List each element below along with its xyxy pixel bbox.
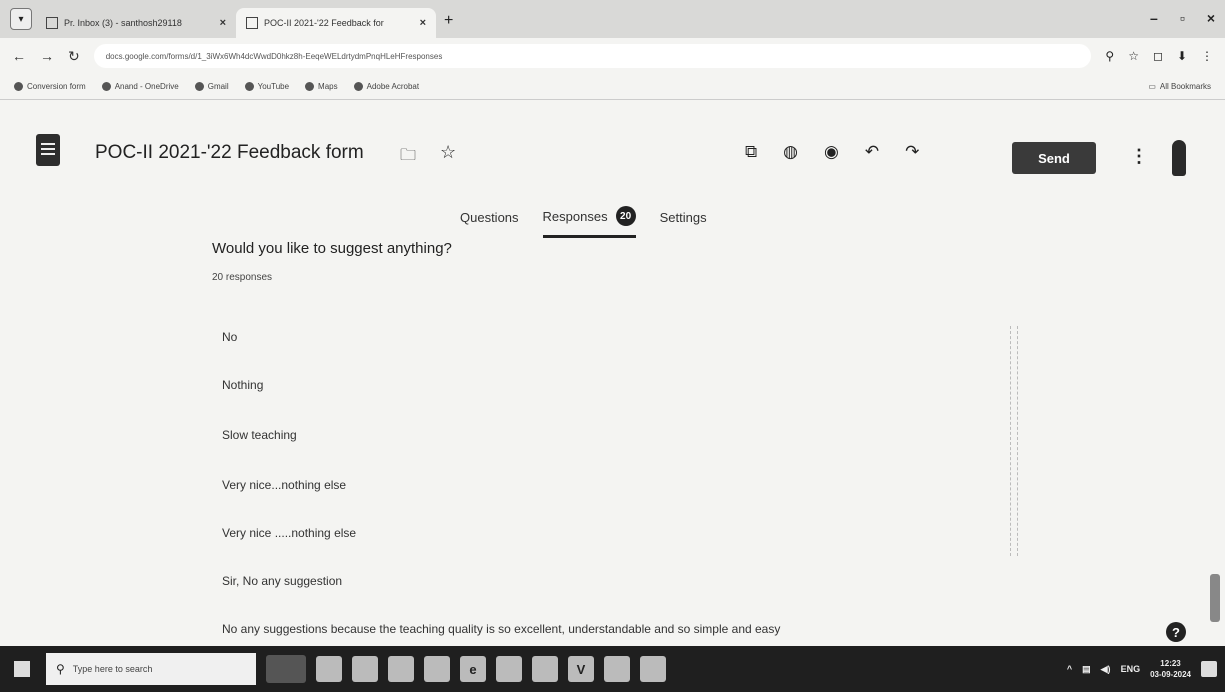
mail-icon — [46, 17, 58, 29]
system-tray: ^ ▤ ◀) ENG 12:23 03-09-2024 — [1067, 658, 1217, 680]
list-item: Slow teaching — [222, 428, 297, 442]
palette-icon[interactable]: ◍ — [783, 142, 798, 162]
bookmark-item[interactable]: YouTube — [244, 82, 289, 91]
url-actions: ⚲ ☆ ◻ ⬇ ⋮ — [1105, 49, 1213, 63]
bookmark-icon — [101, 82, 111, 91]
taskbar-search-input[interactable]: ⚲ Type here to search — [46, 653, 256, 685]
clock[interactable]: 12:23 03-09-2024 — [1150, 658, 1191, 680]
url-input[interactable]: docs.google.com/forms/d/1_3iWx6Wh4dcWwdD… — [93, 44, 1092, 68]
bookmark-item[interactable]: Anand - OneDrive — [101, 82, 179, 91]
google-forms-icon[interactable] — [36, 134, 60, 166]
notification-icon[interactable] — [1201, 661, 1217, 677]
vlc-icon[interactable]: V — [568, 656, 594, 682]
add-on-icon[interactable]: ⧉ — [745, 142, 757, 162]
list-item: Sir, No any suggestion — [222, 574, 343, 588]
address-bar: ← → ↻ docs.google.com/forms/d/1_3iWx6Wh4… — [0, 38, 1225, 74]
page-scrollbar[interactable] — [1210, 574, 1220, 622]
redo-icon[interactable]: ↷ — [905, 142, 919, 162]
move-to-folder-icon[interactable]: 🗀 — [400, 144, 416, 171]
list-item: No any suggestions because the teaching … — [222, 622, 781, 636]
keyboard-language[interactable]: ENG — [1121, 664, 1141, 674]
bookmark-icon — [14, 82, 23, 91]
chrome-icon[interactable] — [532, 656, 558, 682]
all-bookmarks-button[interactable]: ▭ All Bookmarks — [1148, 82, 1211, 91]
app-icon[interactable] — [640, 656, 666, 682]
browser-tab-inbox[interactable]: Pr. Inbox (3) - santhosh29118 × — [36, 8, 236, 38]
taskbar: ⚲ Type here to search e V ^ ▤ ◀) ENG 12:… — [0, 646, 1225, 692]
bookmark-icon — [194, 82, 204, 91]
more-options-icon[interactable]: ⋮ — [1130, 146, 1148, 167]
response-count: 20 responses — [212, 272, 273, 283]
avatar[interactable] — [1172, 140, 1186, 176]
bookmark-icon — [353, 82, 363, 91]
help-icon[interactable]: ? — [1166, 622, 1186, 642]
list-item: Nothing — [222, 378, 264, 392]
network-icon[interactable]: ▤ — [1082, 664, 1091, 675]
close-icon[interactable]: × — [220, 17, 226, 29]
store-icon[interactable] — [388, 656, 414, 682]
bookmark-item[interactable]: Gmail — [194, 82, 229, 91]
preview-eye-icon[interactable]: ◉ — [824, 142, 839, 162]
window-close-icon[interactable]: × — [1207, 10, 1215, 26]
back-icon[interactable]: ← — [12, 48, 26, 64]
zoom-icon[interactable]: ⚲ — [1105, 49, 1114, 63]
list-item: Very nice .....nothing else — [222, 526, 357, 540]
list-item: No — [222, 330, 238, 344]
bookmark-item[interactable]: Adobe Acrobat — [353, 82, 419, 91]
bookmark-icon — [244, 82, 254, 91]
tab-responses[interactable]: Responses 20 — [542, 206, 636, 238]
start-button[interactable] — [8, 655, 36, 683]
new-tab-icon[interactable]: + — [444, 12, 453, 30]
question-title: Would you like to suggest anything? — [212, 240, 452, 257]
answers-scrollbar[interactable] — [1010, 326, 1018, 556]
window-controls: – ▫ × — [1150, 10, 1215, 26]
file-explorer-icon[interactable] — [352, 656, 378, 682]
folder-icon: ▭ — [1148, 82, 1156, 91]
chevron-up-icon[interactable]: ^ — [1067, 664, 1072, 674]
bookmark-item[interactable]: Maps — [305, 82, 338, 91]
download-icon[interactable]: ⬇ — [1177, 49, 1187, 63]
browser-menu-icon[interactable]: ⋮ — [1201, 49, 1213, 63]
task-view-icon[interactable] — [316, 656, 342, 682]
search-icon: ⚲ — [56, 662, 65, 676]
browser-tab-title: Pr. Inbox (3) - santhosh29118 — [64, 18, 182, 28]
calendar-icon[interactable] — [424, 656, 450, 682]
browser-tab-bar: ▾ Pr. Inbox (3) - santhosh29118 × POC-II… — [0, 0, 1225, 38]
bookmark-icon — [305, 82, 315, 91]
app-icon[interactable] — [604, 656, 630, 682]
browser-tab-forms[interactable]: POC-II 2021-'22 Feedback for × — [236, 8, 436, 38]
volume-icon[interactable]: ◀) — [1101, 664, 1111, 675]
tab-settings[interactable]: Settings — [660, 206, 707, 238]
tab-questions[interactable]: Questions — [460, 206, 519, 238]
send-button[interactable]: Send — [1012, 142, 1096, 174]
maximize-icon[interactable]: ▫ — [1180, 10, 1185, 26]
windows-icon — [14, 661, 30, 677]
form-tabs: Questions Responses 20 Settings — [460, 206, 707, 238]
close-icon[interactable]: × — [420, 17, 426, 29]
firefox-icon[interactable] — [496, 656, 522, 682]
forms-icon — [246, 17, 258, 29]
forms-header: POC-II 2021-'22 Feedback form 🗀 ☆ ⧉ ◍ ◉ … — [0, 100, 1225, 200]
reload-icon[interactable]: ↻ — [68, 48, 80, 65]
star-icon[interactable]: ☆ — [440, 142, 456, 163]
weather-widget-icon[interactable] — [266, 655, 306, 683]
response-count-badge: 20 — [615, 206, 636, 226]
form-toolbar: ⧉ ◍ ◉ ↶ ↷ — [745, 142, 919, 162]
list-item: Very nice...nothing else — [222, 478, 347, 492]
browser-tab-title: POC-II 2021-'22 Feedback for — [264, 18, 384, 28]
form-title[interactable]: POC-II 2021-'22 Feedback form — [95, 142, 364, 164]
bookmarks-bar: Conversion form Anand - OneDrive Gmail Y… — [0, 74, 1225, 100]
minimize-icon[interactable]: – — [1150, 10, 1158, 26]
tab-search-icon[interactable]: ▾ — [10, 8, 32, 30]
edge-icon[interactable]: e — [460, 656, 486, 682]
undo-icon[interactable]: ↶ — [865, 142, 879, 162]
extensions-icon[interactable]: ◻ — [1153, 49, 1163, 63]
bookmark-item[interactable]: Conversion form — [14, 82, 86, 91]
forward-icon[interactable]: → — [40, 48, 54, 64]
bookmark-star-icon[interactable]: ☆ — [1128, 49, 1139, 63]
